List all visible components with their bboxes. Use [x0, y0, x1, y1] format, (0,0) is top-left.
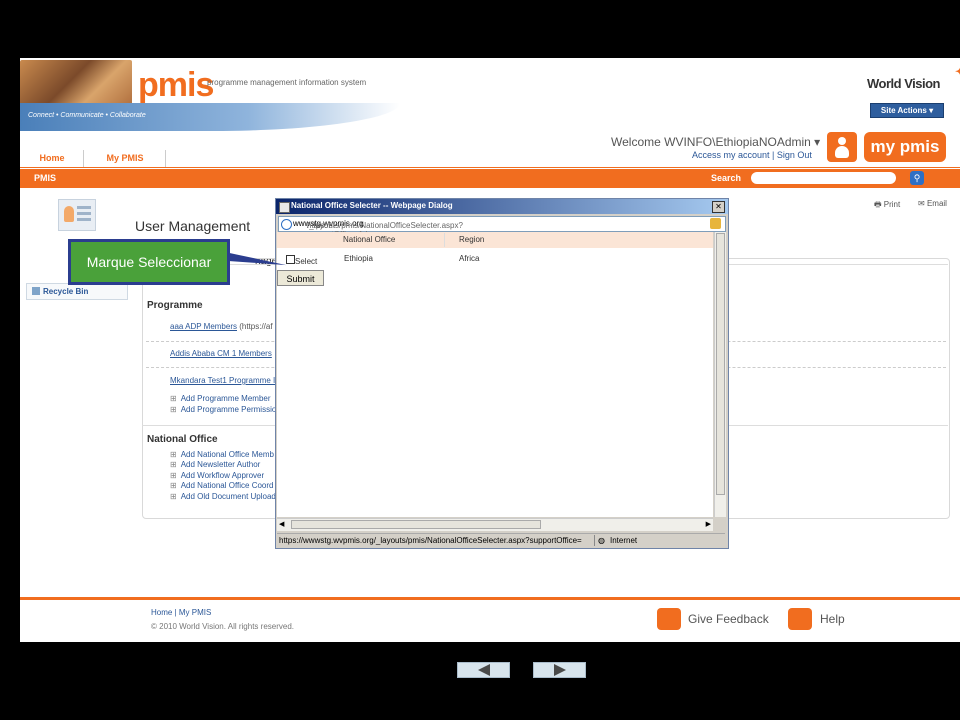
recycle-bin-link[interactable]: Recycle Bin	[26, 283, 128, 300]
dialog-title-bar[interactable]: National Office Selecter -- Webpage Dial…	[276, 199, 728, 214]
feedback-icon[interactable]	[657, 608, 681, 630]
tabs-underline	[20, 167, 960, 168]
footer-divider	[20, 597, 960, 600]
scroll-right-icon[interactable]: ▶	[706, 520, 711, 528]
help-icon[interactable]	[788, 608, 812, 630]
add-programme-permission-link[interactable]: Add Programme Permissio	[170, 405, 277, 414]
user-management-icon	[58, 199, 96, 231]
logo-subtitle: programme management information system	[207, 78, 367, 87]
recycle-bin-icon	[32, 287, 40, 295]
scroll-left-icon[interactable]: ◀	[279, 520, 284, 528]
bar-label[interactable]: PMIS	[34, 173, 56, 183]
user-icon[interactable]	[827, 132, 857, 162]
ie-icon	[281, 219, 292, 230]
arrow-right-icon	[553, 664, 566, 676]
page-title: User Management	[135, 218, 251, 234]
national-office-heading: National Office	[147, 434, 218, 445]
previous-button[interactable]	[457, 662, 510, 678]
column-divider	[444, 233, 445, 247]
lock-icon	[710, 218, 721, 229]
tab-my-pmis[interactable]: My PMIS	[88, 150, 162, 167]
print-link[interactable]: 🖶 Print	[874, 199, 900, 213]
cell-office: Ethiopia	[344, 254, 373, 263]
tab-home[interactable]: Home	[26, 150, 78, 167]
address-bar: https://wwwstg.wvpmis.org/_layouts/pmis/…	[278, 216, 726, 239]
tagline: Connect • Communicate • Collaborate	[28, 112, 146, 119]
world-vision-logo: World Vision✦	[867, 64, 960, 91]
add-national-office-coord-link[interactable]: Add National Office Coord	[170, 481, 274, 490]
status-zone: Internet	[610, 536, 638, 545]
next-button[interactable]	[533, 662, 586, 678]
add-workflow-approver-link[interactable]: Add Workflow Approver	[170, 471, 264, 480]
copyright: © 2010 World Vision. All rights reserved…	[151, 622, 294, 631]
programme-link[interactable]: Mkandara Test1 Programme I	[170, 376, 275, 385]
national-office-dialog: National Office Selecter -- Webpage Dial…	[275, 198, 729, 549]
welcome-menu[interactable]: Welcome WVINFO\EthiopiaNOAdmin ▾	[611, 135, 820, 149]
status-divider	[594, 535, 595, 546]
dialog-url: https://wwwstg.wvpmis.org/_layouts/pmis/…	[293, 219, 463, 239]
add-national-office-member-link[interactable]: Add National Office Memb	[170, 450, 274, 459]
site-actions-button[interactable]: Site Actions ▾	[870, 103, 944, 118]
globe-icon: ◍	[598, 536, 605, 545]
vertical-scrollbar[interactable]	[714, 232, 726, 517]
status-url: https://wwwstg.wvpmis.org/_layouts/pmis/…	[279, 536, 582, 545]
grid-header: National Office Region	[277, 232, 713, 248]
account-links[interactable]: Access my account | Sign Out	[692, 150, 812, 160]
footer-links[interactable]: Home | My PMIS	[151, 608, 211, 617]
my-pmis-button[interactable]: my pmis	[864, 132, 946, 162]
window-icon	[279, 202, 290, 213]
search-input[interactable]	[751, 172, 896, 184]
search-label: Search	[711, 173, 742, 183]
pmis-logo: pmis	[138, 66, 214, 104]
search-icon[interactable]: ⚲	[910, 171, 924, 185]
star-icon: ✦	[955, 64, 960, 80]
programme-heading: Programme	[147, 300, 203, 311]
programme-link[interactable]: aaa ADP Members	[170, 322, 237, 331]
programme-link[interactable]: Addis Ababa CM 1 Members	[170, 349, 272, 358]
dialog-title: National Office Selecter -- Webpage Dial…	[291, 201, 453, 210]
email-link[interactable]: ✉ Email	[918, 199, 947, 208]
cell-region: Africa	[459, 254, 480, 263]
submit-button[interactable]: Submit	[277, 270, 324, 286]
add-old-document-upload-link[interactable]: Add Old Document Upload	[170, 492, 276, 501]
horizontal-scrollbar[interactable]: ◀ ▶	[277, 518, 713, 531]
add-newsletter-author-link[interactable]: Add Newsletter Author	[170, 460, 261, 469]
help-link[interactable]: Help	[820, 612, 845, 626]
dialog-status-bar: https://wwwstg.wvpmis.org/_layouts/pmis/…	[277, 533, 725, 547]
column-region: Region	[459, 235, 485, 244]
close-icon[interactable]: ✕	[712, 201, 725, 213]
add-programme-member-link[interactable]: Add Programme Member	[170, 394, 271, 403]
tab-divider	[165, 150, 166, 167]
select-label: Select	[295, 257, 318, 266]
programme-link-row: aaa ADP Members (https://af	[170, 322, 273, 331]
tab-divider	[83, 150, 84, 167]
instruction-callout: Marque Seleccionar	[68, 239, 230, 285]
select-checkbox[interactable]	[286, 255, 295, 264]
dialog-content: National Office Region Select Ethiopia A…	[277, 232, 713, 517]
arrow-left-icon	[477, 664, 490, 676]
column-national-office: National Office	[343, 235, 396, 244]
give-feedback-link[interactable]: Give Feedback	[688, 612, 769, 626]
